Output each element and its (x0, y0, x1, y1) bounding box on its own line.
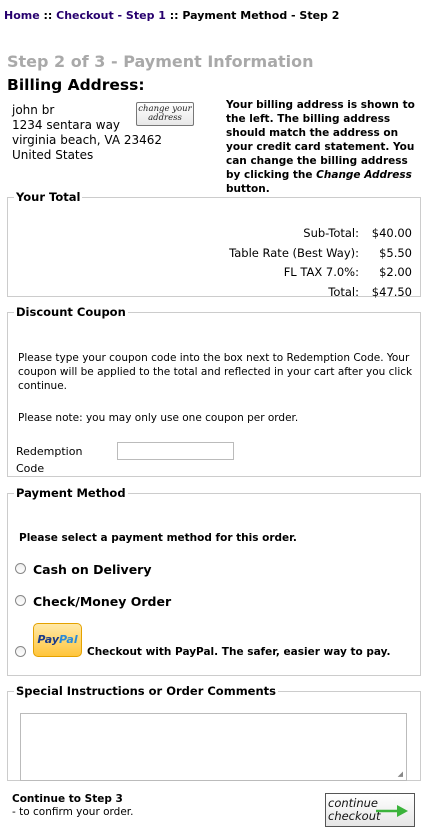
continue-checkout-button[interactable]: continue checkout (325, 793, 415, 827)
check-money-order-radio[interactable] (15, 595, 26, 606)
change-address-button[interactable]: change your address (136, 102, 194, 126)
discount-coupon-legend: Discount Coupon (16, 305, 126, 319)
totals-row: Total: $47.50 (229, 285, 412, 305)
paypal-logo-pay: Pay (37, 633, 60, 646)
redemption-code-input[interactable] (117, 442, 234, 460)
shipping-value: $5.50 (379, 245, 412, 260)
tax-label: FL TAX 7.0%: (283, 265, 359, 279)
paypal-label[interactable]: Checkout with PayPal. The safer, easier … (87, 646, 391, 658)
page-title: Step 2 of 3 - Payment Information (7, 52, 314, 71)
breadcrumb-current: Payment Method - Step 2 (182, 9, 340, 22)
shipping-label: Table Rate (Best Way): (229, 245, 359, 260)
payment-instruction: Please select a payment method for this … (19, 532, 297, 544)
totals-row: Table Rate (Best Way): $5.50 (229, 246, 412, 266)
billing-address-heading: Billing Address: (7, 76, 145, 94)
arrow-right-icon (376, 805, 408, 817)
payment-method-legend: Payment Method (16, 486, 126, 500)
breadcrumb-home-link[interactable]: Home (4, 9, 40, 22)
cod-radio[interactable] (15, 563, 26, 574)
cod-label[interactable]: Cash on Delivery (33, 562, 152, 577)
totals-row: Sub-Total: $40.00 (229, 226, 412, 246)
redemption-code-label: Redemption Code (16, 445, 83, 475)
billing-note-change-address: Change Address (316, 169, 412, 181)
change-address-label-line2: address (148, 113, 182, 123)
billing-city: virginia beach, VA 23462 (12, 133, 163, 147)
discount-coupon-panel: Discount Coupon Please type your coupon … (7, 305, 421, 477)
paypal-logo-pal: Pal (59, 633, 78, 646)
tax-value: $2.00 (379, 265, 412, 279)
continue-subtitle: - to confirm your order. (12, 806, 134, 818)
check-money-order-label[interactable]: Check/Money Order (33, 594, 171, 609)
continue-title: Continue to Step 3 (12, 793, 123, 805)
payment-method-panel: Payment Method Please select a payment m… (7, 486, 421, 676)
breadcrumb-checkout-step1-link[interactable]: Checkout - Step 1 (56, 9, 166, 22)
comments-panel: Special Instructions or Order Comments ◢ (7, 684, 421, 781)
resize-grip-icon[interactable]: ◢ (398, 770, 403, 778)
coupon-note: Please note: you may only use one coupon… (18, 412, 299, 424)
totals-table: Sub-Total: $40.00 Table Rate (Best Way):… (229, 226, 412, 304)
comments-legend: Special Instructions or Order Comments (16, 684, 277, 698)
coupon-instructions: Please type your coupon code into the bo… (18, 352, 413, 392)
breadcrumb: Home :: Checkout - Step 1 :: Payment Met… (4, 9, 339, 22)
total-value: $47.50 (371, 284, 412, 299)
your-total-legend: Your Total (16, 190, 81, 204)
subtotal-label: Sub-Total: (303, 226, 359, 240)
paypal-logo[interactable]: PayPal (33, 623, 82, 657)
totals-row: FL TAX 7.0%: $2.00 (229, 265, 412, 285)
breadcrumb-separator: :: (165, 9, 183, 22)
total-label: Total: (328, 284, 359, 299)
breadcrumb-separator: :: (39, 9, 57, 22)
billing-note: Your billing address is shown to the lef… (226, 98, 418, 196)
comments-textarea[interactable]: ◢ (20, 713, 407, 781)
paypal-radio[interactable] (15, 646, 26, 657)
subtotal-value: $40.00 (371, 226, 412, 240)
billing-country: United States (12, 148, 94, 162)
your-total-panel: Your Total Sub-Total: $40.00 Table Rate … (7, 190, 421, 299)
